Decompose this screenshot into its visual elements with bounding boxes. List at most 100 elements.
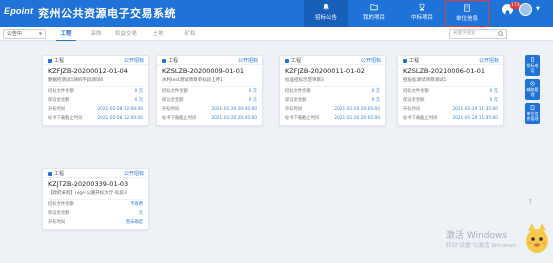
building-icon xyxy=(530,105,535,110)
field-label: 保证金金额 xyxy=(48,98,70,103)
field-row: 招标文件金额 0 元 xyxy=(285,88,380,96)
divider xyxy=(162,86,257,87)
field-value: 2021-01-29 11:35:00 xyxy=(452,107,498,112)
building-icon xyxy=(464,4,470,12)
project-name: 水利test测试项目单标段上传1 xyxy=(162,78,224,83)
chevron-down-icon: ▼ xyxy=(38,31,42,36)
field-value: 0 元 xyxy=(248,89,257,94)
field-value: 2021-01-20 20:45:00 xyxy=(211,116,257,121)
tool-icon xyxy=(530,81,535,86)
project-name: 【政府采购】nige-公路开标大厅-标段3 xyxy=(48,191,127,196)
project-code: KZFJZB-20200011-01-02 xyxy=(285,67,365,75)
field-value: 暂未确定 xyxy=(125,220,143,225)
bid-method: 公开招标 xyxy=(478,58,499,64)
field-value: 2021-02-08 12:00:00 xyxy=(97,107,143,112)
side-btn-assist-mgmt[interactable]: 辅助管理 xyxy=(525,79,540,100)
field-row: 保证金金额 0 元 xyxy=(285,97,380,105)
field-value: 0 元 xyxy=(371,98,380,103)
project-card[interactable]: 工程 公开招标 KZJTZB-20200339-01-03 【政府采购】nige… xyxy=(42,168,149,230)
project-type: 工程 xyxy=(285,57,301,64)
field-value: 2021-01-29 11:35:00 xyxy=(452,116,498,121)
card-header: 工程 公开招标 xyxy=(280,56,385,65)
tab-mining[interactable]: 矿权 xyxy=(182,28,198,41)
folder-icon xyxy=(370,4,378,11)
bell-icon xyxy=(323,3,329,11)
field-row: 标书下载截止时间 2021-01-29 11:35:00 xyxy=(403,115,498,123)
field-value: 0 元 xyxy=(371,89,380,94)
field-label: 开标时间 xyxy=(48,107,66,112)
field-label: 开标时间 xyxy=(403,107,421,112)
nav-company-info[interactable]: 单位信息 xyxy=(445,0,489,27)
field-label: 开标时间 xyxy=(285,107,303,112)
field-value: 0 元 xyxy=(489,98,498,103)
card-header: 工程 公开招标 xyxy=(43,169,148,178)
divider xyxy=(285,86,380,87)
project-card[interactable]: 工程 公开招标 KZFJZB-20200011-01-02 标准招标示范项目3 … xyxy=(279,55,386,126)
nav-my-projects[interactable]: 我的项目 xyxy=(352,0,396,27)
field-row: 开标时间 2021-01-20 20:45:00 xyxy=(162,106,257,114)
field-label: 招标文件金额 xyxy=(403,89,429,94)
project-name: 招投标测试项目测试1 xyxy=(403,78,447,83)
mascot-assistant-icon[interactable] xyxy=(522,221,552,259)
nav-bid-notice[interactable]: 招标公告 xyxy=(304,0,348,27)
field-row: 开标时间 2021-01-29 11:35:00 xyxy=(403,106,498,114)
field-value: 2021-01-20 20:05:00 xyxy=(334,116,380,121)
side-btn-label: 辅助管理 xyxy=(526,87,539,97)
bid-method: 公开招标 xyxy=(123,58,144,64)
field-value: 2021-01-20 20:05:00 xyxy=(334,107,380,112)
field-label: 招标文件金额 xyxy=(285,89,311,94)
project-type: 工程 xyxy=(162,57,178,64)
project-card[interactable]: 工程 公开招标 KZSLZB-20210006-01-01 招投标测试项目测试1… xyxy=(397,55,504,126)
project-card[interactable]: 工程 公开招标 KZFJZB-20200012-01-04 数据检测试1随机字段… xyxy=(42,55,149,126)
top-header: Epoint 兖州公共资源电子交易系统 招标公告 我的项目 中标项目 单位信息 … xyxy=(0,0,553,27)
field-row: 开标时间 2021-01-20 20:05:00 xyxy=(285,106,380,114)
field-label: 招标文件金额 xyxy=(48,202,74,207)
tab-land[interactable]: 土地 xyxy=(150,28,166,41)
nav-winning-projects[interactable]: 中标项目 xyxy=(400,0,444,27)
trophy-icon xyxy=(419,3,425,11)
status-filter-select[interactable]: 公告中 ▼ xyxy=(3,29,46,39)
project-type: 工程 xyxy=(48,170,64,177)
project-code: KZSLZB-20200009-01-01 xyxy=(162,67,245,75)
project-code: KZJTZB-20200339-01-03 xyxy=(48,180,129,188)
project-card[interactable]: 工程 公开招标 KZSLZB-20200009-01-01 水利test测试项目… xyxy=(156,55,263,126)
back-to-top-icon[interactable]: ⤒ xyxy=(529,199,532,207)
project-type: 工程 xyxy=(403,57,419,64)
field-label: 保证金金额 xyxy=(285,98,307,103)
side-btn-company-info[interactable]: 单位信息管理 xyxy=(525,103,540,124)
field-label: 保证金金额 xyxy=(403,98,425,103)
bid-method: 公开招标 xyxy=(360,58,381,64)
field-value: 2021-01-20 20:45:00 xyxy=(211,107,257,112)
filter-value: 公告中 xyxy=(7,31,23,37)
project-code: KZFJZB-20200012-01-04 xyxy=(48,67,128,75)
divider xyxy=(48,86,143,87)
divider xyxy=(48,199,143,200)
search-icon[interactable] xyxy=(498,31,504,37)
field-row: 开标时间 2021-02-08 12:00:00 xyxy=(48,106,143,114)
nav-label: 我的项目 xyxy=(362,15,385,21)
field-value: 不收费 xyxy=(130,202,143,207)
project-code: KZSLZB-20210006-01-01 xyxy=(403,67,486,75)
phone-icon xyxy=(530,57,535,62)
search-placeholder: 关键字搜索 xyxy=(453,31,476,36)
user-avatar[interactable] xyxy=(519,3,532,16)
field-label: 标书下载截止时间 xyxy=(162,116,197,121)
activation-watermark-hint: 转到"设置"以激活 Windows xyxy=(446,243,516,249)
field-label: 标书下载截止时间 xyxy=(285,116,320,121)
chevron-down-icon[interactable]: ▼ xyxy=(536,6,540,12)
epoint-logo: Epoint xyxy=(4,6,34,16)
tab-procurement[interactable]: 采购 xyxy=(88,28,104,41)
side-btn-bid-phone[interactable]: 投标电话 xyxy=(525,55,540,76)
nav-label: 中标项目 xyxy=(410,15,433,21)
field-row: 招标文件金额 不收费 xyxy=(48,201,143,209)
activation-watermark-title: 激活 Windows xyxy=(446,231,508,241)
field-value: 2021-02-08 12:00:00 xyxy=(97,116,143,121)
card-header: 工程 公开招标 xyxy=(43,56,148,65)
side-btn-label: 投标电话 xyxy=(526,63,539,73)
tab-engineering[interactable]: 工程 xyxy=(56,28,76,41)
tab-equity[interactable]: 权益交易 xyxy=(112,28,140,41)
bid-method: 公开招标 xyxy=(237,58,258,64)
search-input[interactable]: 关键字搜索 xyxy=(449,29,507,39)
field-label: 开标时间 xyxy=(162,107,180,112)
field-row: 开标时间 暂未确定 xyxy=(48,219,143,227)
